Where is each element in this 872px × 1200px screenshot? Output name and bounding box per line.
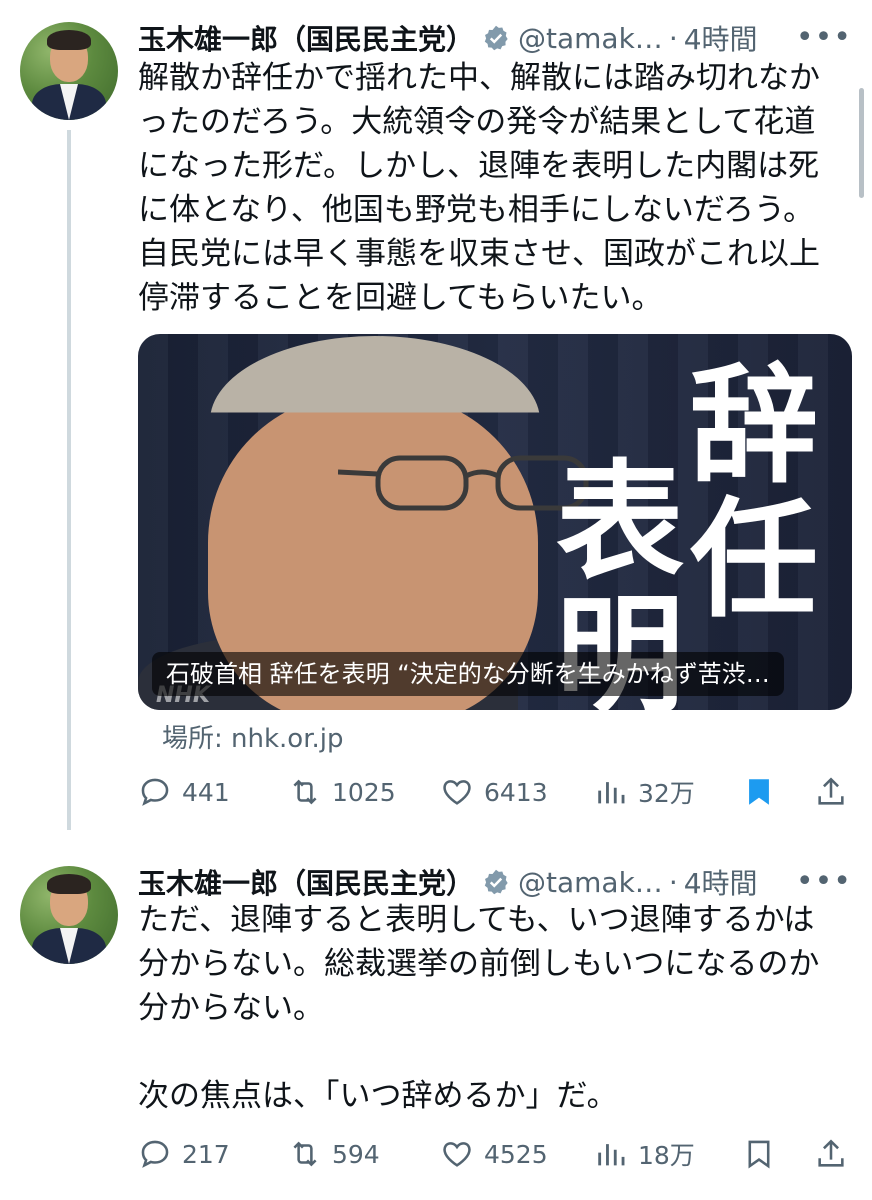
heart-icon: [443, 1142, 471, 1167]
share-button[interactable]: [814, 1137, 858, 1171]
heart-icon: [443, 780, 471, 805]
reply-count: 441: [182, 777, 230, 807]
tweet-text: 解散か辞任かで揺れた中、解散には踏み切れなか ったのだろう。大統領令の発令が結果…: [138, 60, 820, 316]
timestamp[interactable]: 4時間: [684, 862, 758, 902]
repost-icon: [293, 1141, 317, 1167]
verified-badge-icon: [484, 869, 508, 895]
handle[interactable]: @tamak…: [518, 22, 663, 55]
card-overlay-char-2: 任: [690, 485, 819, 635]
tweet-text: ただ、退陣すると表明しても、いつ退陣するかは 分からない。総裁選挙の前倒しもいつ…: [138, 902, 820, 1114]
card-overlay-char-3: 表: [556, 447, 685, 597]
like-button[interactable]: 6413: [440, 775, 548, 809]
like-count: 6413: [484, 777, 548, 807]
repost-button[interactable]: 594: [288, 1137, 380, 1171]
avatar-hair: [47, 874, 91, 894]
share-icon: [818, 777, 844, 805]
handle[interactable]: @tamak…: [518, 866, 663, 899]
share-icon: [818, 1139, 844, 1167]
views-chart-icon: [598, 782, 625, 804]
views-button[interactable]: 18万: [594, 1136, 695, 1172]
thread-line: [67, 130, 71, 830]
repost-button[interactable]: 1025: [288, 775, 396, 809]
reply-button[interactable]: 441: [138, 775, 230, 809]
repost-icon: [293, 779, 317, 805]
like-button[interactable]: 4525: [440, 1137, 548, 1171]
card-overlay-char-1: 辞: [690, 351, 819, 501]
more-options-icon[interactable]: •••: [796, 20, 852, 55]
display-name[interactable]: 玉木雄一郎（国民民主党）: [138, 862, 474, 902]
bookmark-button[interactable]: [742, 1137, 786, 1171]
repost-count: 1025: [332, 777, 396, 807]
avatar[interactable]: [20, 22, 118, 120]
tweet-actions: 217 594 4525 18万: [138, 1132, 852, 1176]
timestamp[interactable]: 4時間: [684, 18, 758, 58]
bookmark-icon: [748, 1140, 770, 1169]
views-chart-icon: [598, 1144, 625, 1166]
separator-dot: ·: [668, 21, 678, 55]
reply-count: 217: [182, 1139, 230, 1169]
views-button[interactable]: 32万: [594, 774, 695, 810]
verified-badge-icon: [484, 25, 508, 51]
views-count: 18万: [638, 1141, 695, 1170]
card-source[interactable]: 場所: nhk.or.jp: [162, 718, 344, 755]
more-options-icon[interactable]: •••: [796, 864, 852, 899]
avatar[interactable]: [20, 866, 118, 964]
reply-icon: [141, 1140, 169, 1168]
views-count: 32万: [638, 779, 695, 808]
share-button[interactable]: [814, 775, 858, 809]
like-count: 4525: [484, 1139, 548, 1169]
card-caption: 石破首相 辞任を表明 “決定的な分断を生みかねず苦渋…: [152, 652, 784, 696]
display-name[interactable]: 玉木雄一郎（国民民主党）: [138, 18, 474, 58]
reply-icon: [141, 778, 169, 806]
reply-button[interactable]: 217: [138, 1137, 230, 1171]
repost-count: 594: [332, 1139, 380, 1169]
avatar-hair: [47, 30, 91, 50]
scrollbar[interactable]: [859, 88, 864, 198]
bookmark-filled-icon: [749, 779, 769, 805]
bookmark-button[interactable]: [742, 775, 786, 809]
separator-dot: ·: [668, 865, 678, 899]
link-card[interactable]: 辞 任 表 明 NHK 石破首相 辞任を表明 “決定的な分断を生みかねず苦渋…: [138, 334, 852, 710]
tweet-actions: 441 1025 6413 32万: [138, 770, 852, 814]
tweet-header: 玉木雄一郎（国民民主党） @tamak… · 4時間: [138, 862, 758, 902]
tweet-header: 玉木雄一郎（国民民主党） @tamak… · 4時間: [138, 18, 758, 58]
